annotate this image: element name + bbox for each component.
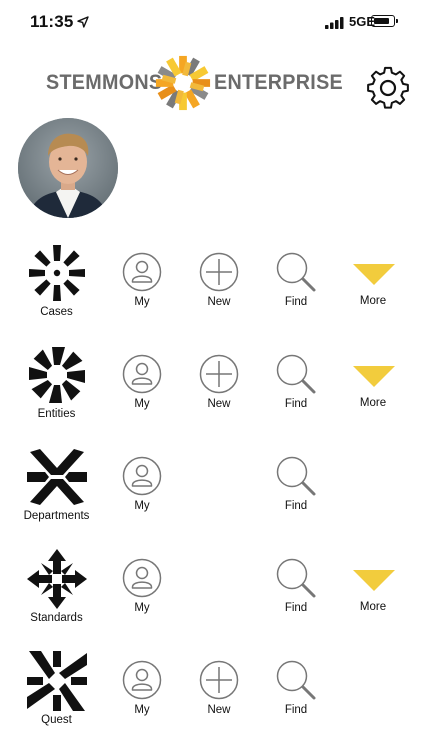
search-icon [276,252,316,292]
cases-icon [29,245,85,301]
module-row-entities: Entities My New Find More [0,344,422,444]
new-quest-button[interactable]: New [189,660,249,718]
cellular-signal-icon [325,17,344,29]
action-label: My [134,398,150,410]
module-label: Entities [37,408,76,420]
find-entities-button[interactable]: Find [266,354,326,412]
module-row-cases: Cases My New Find More [0,242,422,342]
module-label: Departments [23,510,90,522]
find-cases-button[interactable]: Find [266,252,326,310]
location-arrow-icon [77,16,89,28]
brand-name-right: ENTERPRISE [214,71,343,94]
user-circle-icon [122,660,162,700]
plus-circle-icon [199,660,239,700]
my-standards-button[interactable]: My [112,558,172,616]
settings-gear-icon[interactable] [365,65,411,111]
search-icon [276,558,316,598]
search-icon [276,354,316,394]
my-entities-button[interactable]: My [112,354,172,412]
module-row-quest: Quest My New Find [0,650,422,750]
action-label: New [207,398,231,410]
module-row-standards: Standards My Find More [0,548,422,648]
action-label: My [134,500,150,512]
status-time: 11:35 [30,12,74,31]
more-triangle-icon [353,366,395,387]
module-row-departments: Departments My Find [0,446,422,546]
status-bar: 11:35 5GE [0,0,422,44]
module-label: Quest [41,714,72,726]
user-circle-icon [122,252,162,292]
entities-icon [29,347,85,403]
more-standards-button[interactable]: More [343,558,403,616]
user-circle-icon [122,456,162,496]
user-avatar[interactable] [18,118,118,218]
action-label: More [359,397,387,409]
more-cases-button[interactable]: More [343,252,403,310]
find-quest-button[interactable]: Find [266,660,326,718]
my-cases-button[interactable]: My [112,252,172,310]
action-label: My [134,704,150,716]
plus-circle-icon [199,354,239,394]
action-label: Find [284,398,308,410]
profile-photo [18,118,118,218]
more-triangle-icon [353,264,395,285]
action-label: More [359,601,387,613]
standards-icon [27,549,87,609]
module-label: Standards [30,612,83,624]
action-label: Find [284,704,308,716]
find-standards-button[interactable]: Find [266,558,326,616]
new-entity-button[interactable]: New [189,354,249,412]
battery-icon [371,15,398,27]
my-quest-button[interactable]: My [112,660,172,718]
departments-icon [27,449,87,505]
search-icon [276,456,316,496]
user-circle-icon [122,558,162,598]
stemmons-burst-logo-icon [155,55,211,111]
plus-circle-icon [199,252,239,292]
quest-icon [27,651,87,711]
action-label: My [134,602,150,614]
my-departments-button[interactable]: My [112,456,172,514]
action-label: New [207,296,231,308]
action-label: Find [284,296,308,308]
find-departments-button[interactable]: Find [266,456,326,514]
action-label: New [207,704,231,716]
action-label: More [359,295,387,307]
more-entities-button[interactable]: More [343,354,403,412]
module-label: Cases [40,306,73,318]
brand-name-left: STEMMONS [46,71,163,94]
search-icon [276,660,316,700]
action-label: Find [284,602,308,614]
more-triangle-icon [353,570,395,591]
action-label: My [134,296,150,308]
new-case-button[interactable]: New [189,252,249,310]
action-label: Find [284,500,308,512]
user-circle-icon [122,354,162,394]
